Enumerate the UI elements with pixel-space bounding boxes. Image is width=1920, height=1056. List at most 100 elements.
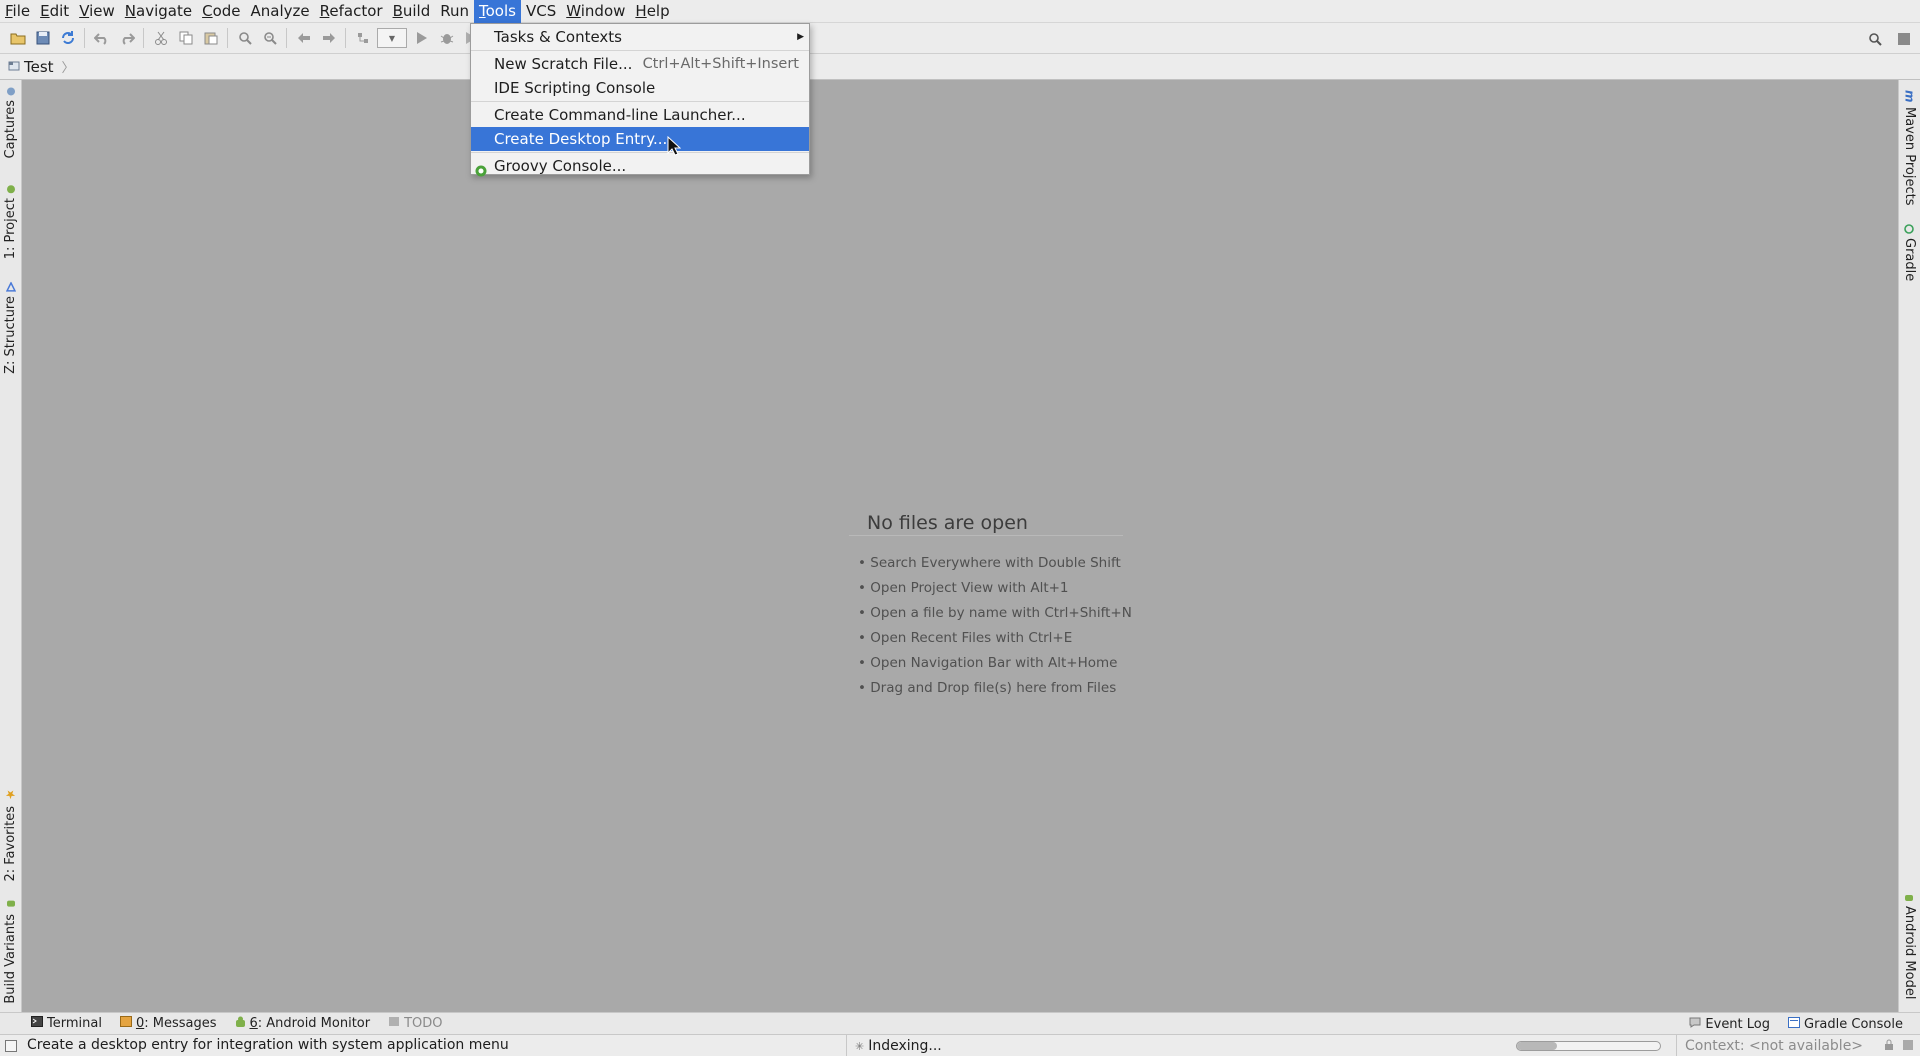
lock-icon[interactable]	[1884, 1039, 1894, 1055]
undo-icon[interactable]	[89, 26, 114, 51]
menu-vcs[interactable]: VCS	[521, 0, 561, 23]
menu-edit[interactable]: Edit	[35, 0, 74, 23]
tab-favorites[interactable]: 2: Favorites ★	[3, 788, 18, 882]
android-project-icon	[3, 184, 18, 194]
replace-icon[interactable]	[257, 26, 282, 51]
menu-view[interactable]: View	[74, 0, 120, 23]
tab-gradle-console[interactable]: Gradle Console	[1779, 1016, 1912, 1032]
breadcrumb[interactable]: Test 〉	[8, 57, 75, 76]
indexing-progress-bar[interactable]	[1516, 1041, 1661, 1051]
inspector-icon[interactable]	[1902, 1039, 1914, 1055]
hint-item: • Open a file by name with Ctrl+Shift+N	[858, 605, 1132, 621]
menu-analyze[interactable]: Analyze	[246, 0, 315, 23]
tab-captures[interactable]: Captures	[3, 86, 18, 158]
menu-item-new-scratch-file[interactable]: New Scratch File... Ctrl+Alt+Shift+Inser…	[471, 52, 809, 76]
paste-icon[interactable]	[198, 26, 223, 51]
structure-icon	[3, 281, 18, 292]
empty-editor-title: No files are open	[867, 512, 1028, 534]
menu-separator	[471, 50, 809, 51]
menu-tools[interactable]: Tools	[474, 0, 521, 23]
run-icon[interactable]	[409, 26, 434, 51]
tab-android-model[interactable]: Android Model	[1902, 892, 1917, 999]
android-icon	[1902, 892, 1917, 902]
tab-structure[interactable]: Z: Structure	[3, 281, 18, 374]
debug-icon[interactable]	[434, 26, 459, 51]
menu-separator	[471, 101, 809, 102]
spinner-icon: ✳	[855, 1039, 865, 1053]
gradle-console-icon	[1788, 1016, 1800, 1032]
tab-messages[interactable]: 0: Messages	[111, 1016, 226, 1031]
bottom-tool-bar: Terminal 0: Messages 6: Android Monitor …	[0, 1012, 1920, 1034]
tab-event-log[interactable]: Event Log	[1680, 1017, 1779, 1032]
cut-icon[interactable]	[148, 26, 173, 51]
tool-windows-toggle-icon[interactable]	[5, 1040, 17, 1052]
shortcut-label: Ctrl+Alt+Shift+Insert	[642, 56, 799, 72]
save-icon[interactable]	[30, 26, 55, 51]
right-tool-strip: m Maven Projects Gradle Android Model	[1898, 80, 1920, 1012]
sync-icon[interactable]	[55, 26, 80, 51]
redo-icon[interactable]	[114, 26, 139, 51]
hint-item: • Open Project View with Alt+1	[858, 580, 1069, 596]
make-project-icon[interactable]	[350, 26, 375, 51]
menu-build[interactable]: Build	[388, 0, 436, 23]
run-config-combo[interactable]: ▼	[377, 28, 407, 48]
find-icon[interactable]	[232, 26, 257, 51]
android-icon	[3, 900, 18, 910]
menu-item-ide-scripting-console[interactable]: IDE Scripting Console	[471, 76, 809, 100]
forward-icon[interactable]	[316, 26, 341, 51]
toolbar-separator	[143, 28, 144, 48]
chevron-down-icon: ▼	[388, 33, 396, 43]
project-module-icon	[8, 58, 20, 76]
breadcrumb-arrow-icon: 〉	[61, 61, 75, 76]
menu-navigate[interactable]: Navigate	[120, 0, 197, 23]
messages-icon	[119, 1016, 132, 1031]
submenu-arrow-icon: ▶	[797, 32, 804, 42]
menu-item-tasks-contexts[interactable]: Tasks & Contexts ▶	[471, 25, 809, 49]
copy-icon[interactable]	[173, 26, 198, 51]
captures-icon	[3, 86, 18, 96]
menu-item-create-command-line-launcher[interactable]: Create Command-line Launcher...	[471, 103, 809, 127]
tab-terminal[interactable]: Terminal	[22, 1016, 111, 1031]
toolbar-separator	[286, 28, 287, 48]
hint-item: • Search Everywhere with Double Shift	[858, 555, 1121, 571]
menu-item-groovy-console[interactable]: Groovy Console...	[471, 154, 809, 178]
hint-item: • Open Navigation Bar with Alt+Home	[858, 655, 1118, 671]
editor-area[interactable]: No files are open • Search Everywhere wi…	[22, 80, 1898, 1012]
todo-icon	[388, 1016, 400, 1031]
left-tool-strip: Captures 1: Project Z: Structure 2: Favo…	[0, 80, 22, 1012]
menu-refactor[interactable]: Refactor	[315, 0, 388, 23]
event-log-toggle-icon[interactable]	[1891, 26, 1916, 51]
toolbar-separator	[84, 28, 85, 48]
main-toolbar: ▼	[0, 23, 1920, 54]
groovy-icon	[475, 160, 487, 184]
tab-gradle[interactable]: Gradle	[1902, 224, 1917, 281]
mouse-cursor-icon	[667, 135, 682, 160]
menu-code[interactable]: Code	[197, 0, 245, 23]
menu-window[interactable]: Window	[561, 0, 630, 23]
search-everywhere-icon[interactable]	[1862, 26, 1887, 51]
toolbar-separator	[345, 28, 346, 48]
menu-help[interactable]: Help	[630, 0, 674, 23]
status-message: Create a desktop entry for integration w…	[27, 1037, 509, 1053]
menu-file[interactable]: File	[0, 0, 35, 23]
event-log-icon	[1689, 1017, 1701, 1032]
back-icon[interactable]	[291, 26, 316, 51]
star-icon: ★	[3, 788, 18, 802]
menu-run[interactable]: Run	[435, 0, 474, 23]
tab-maven-projects[interactable]: m Maven Projects	[1902, 90, 1917, 205]
tab-build-variants[interactable]: Build Variants	[3, 900, 18, 1004]
android-icon	[235, 1016, 246, 1032]
indexing-status[interactable]: ✳ Indexing...	[846, 1035, 942, 1056]
progress-fill	[1517, 1042, 1558, 1050]
tab-todo[interactable]: TODO	[379, 1016, 451, 1031]
terminal-icon	[31, 1016, 43, 1031]
menu-separator	[471, 152, 809, 153]
menu-item-create-desktop-entry[interactable]: Create Desktop Entry...	[471, 127, 809, 151]
gradle-icon	[1902, 224, 1917, 234]
empty-editor-hints: • Search Everywhere with Double Shift • …	[858, 553, 1132, 703]
tab-android-monitor[interactable]: 6: Android Monitor	[226, 1016, 380, 1032]
hint-item: • Open Recent Files with Ctrl+E	[858, 630, 1073, 646]
status-bar: Create a desktop entry for integration w…	[0, 1034, 1920, 1056]
open-folder-icon[interactable]	[5, 26, 30, 51]
tab-project[interactable]: 1: Project	[3, 184, 18, 259]
